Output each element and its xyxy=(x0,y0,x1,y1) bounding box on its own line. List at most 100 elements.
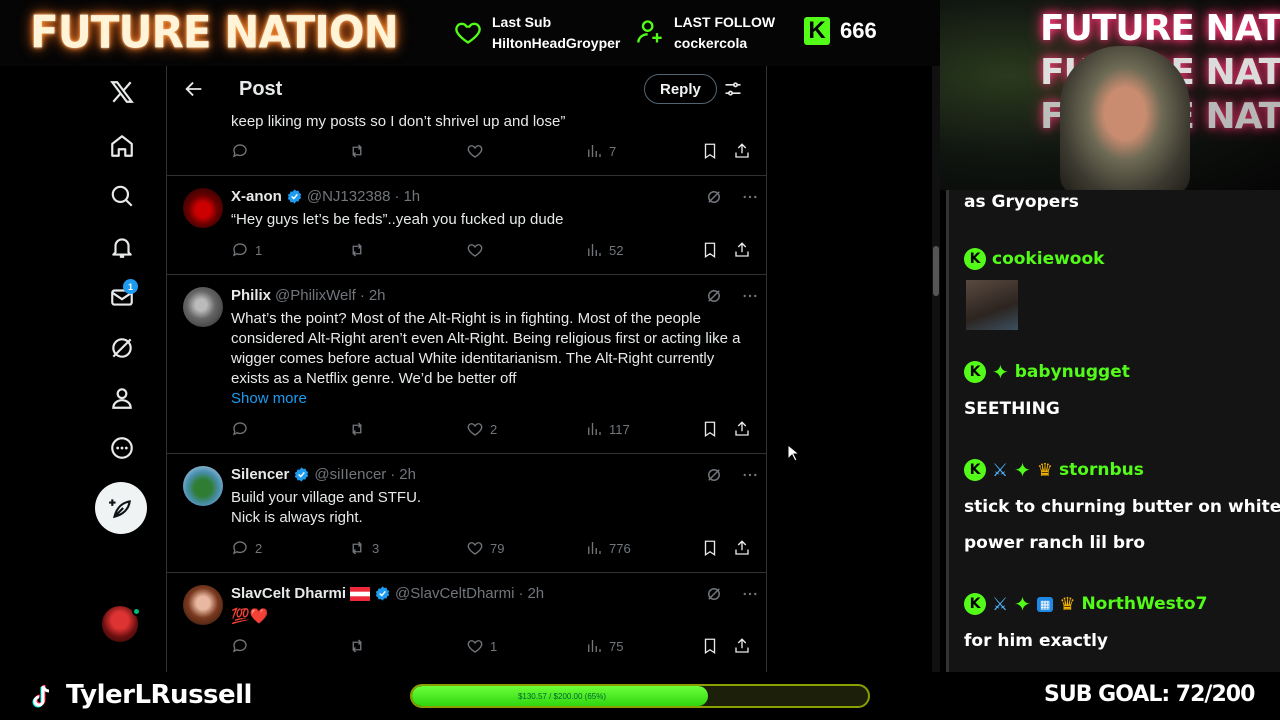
user-handle[interactable]: @siIIencer xyxy=(314,466,386,483)
reply-action[interactable] xyxy=(231,420,255,438)
tweet-time[interactable]: 2h xyxy=(369,287,386,304)
share-action[interactable] xyxy=(733,539,751,557)
like-action[interactable]: 1 xyxy=(466,637,497,655)
reply-tweet[interactable]: X-anon @NJ132388 · 1h “Hey guys let’s be… xyxy=(167,176,766,275)
views-count: 52 xyxy=(609,242,624,258)
scrollbar-thumb[interactable] xyxy=(933,246,939,296)
reply-action[interactable]: 1 xyxy=(231,241,262,259)
like-action[interactable] xyxy=(466,241,490,259)
account-avatar[interactable] xyxy=(102,606,141,642)
bookmark-action[interactable] xyxy=(701,420,719,438)
home-icon[interactable] xyxy=(96,126,148,166)
views-action[interactable]: 776 xyxy=(585,539,631,557)
user-avatar[interactable] xyxy=(183,466,223,506)
sliders-icon[interactable] xyxy=(723,79,743,99)
reply-tweet[interactable]: SlavCelt Dharmi @SlavCeltDharmi · 2h 💯❤️ xyxy=(167,573,766,672)
user-handle[interactable]: @PhilixWelf xyxy=(275,287,356,304)
more-circle-icon[interactable] xyxy=(96,428,148,468)
bookmark-action[interactable] xyxy=(701,241,719,259)
reply-action[interactable]: 2 xyxy=(231,539,262,557)
grok-icon[interactable] xyxy=(96,328,148,368)
kick-badge-icon: K xyxy=(964,248,986,270)
chat-message-text: SEETHING xyxy=(964,399,1060,419)
bookmark-action[interactable] xyxy=(701,539,719,557)
reply-count: 2 xyxy=(255,540,263,556)
grok-icon[interactable] xyxy=(705,585,723,603)
last-follow-value: cockercola xyxy=(674,35,748,51)
more-options-icon[interactable] xyxy=(741,585,759,603)
grok-icon[interactable] xyxy=(705,188,723,206)
user-handle[interactable]: @NJ132388 xyxy=(307,188,391,205)
user-avatar[interactable] xyxy=(183,287,223,327)
post-thread-column: Post Reply keep liking my posts so I don… xyxy=(166,66,767,672)
bookmark-action[interactable] xyxy=(701,637,719,655)
like-count: 2 xyxy=(490,421,498,437)
page-scrollbar[interactable] xyxy=(932,66,940,672)
share-action[interactable] xyxy=(733,637,751,655)
tweet-text: “Hey guys let’s be feds”..yeah you fucke… xyxy=(231,211,564,228)
tweet-header: X-anon @NJ132388 · 1h xyxy=(231,188,421,205)
repost-action[interactable] xyxy=(348,420,372,438)
user-avatar[interactable] xyxy=(183,585,223,625)
like-action[interactable]: 79 xyxy=(466,539,504,557)
repost-count: 3 xyxy=(372,540,380,556)
x-logo-icon[interactable] xyxy=(96,72,148,112)
page-title: Post xyxy=(239,78,283,100)
share-action[interactable] xyxy=(733,142,751,160)
reply-action[interactable] xyxy=(231,637,255,655)
show-more-link[interactable]: Show more xyxy=(231,389,753,409)
more-options-icon[interactable] xyxy=(741,466,759,484)
notifications-bell-icon[interactable] xyxy=(96,227,148,267)
tweet-time[interactable]: 1h xyxy=(403,188,420,205)
repost-action[interactable] xyxy=(348,142,366,160)
views-count: 75 xyxy=(609,638,624,654)
stream-bottom-bar: TylerLRussell $130.57 / $200.00 (65%) SU… xyxy=(0,672,1280,720)
tweet-menu xyxy=(705,188,759,206)
views-action[interactable]: 117 xyxy=(585,420,630,438)
tweet-time[interactable]: 2h xyxy=(399,466,416,483)
repost-action[interactable] xyxy=(348,241,372,259)
reply-tweet[interactable]: Silencer @siIIencer · 2h Build your vill… xyxy=(167,454,766,573)
compose-post-button[interactable] xyxy=(95,482,147,534)
share-action[interactable] xyxy=(733,420,751,438)
search-icon[interactable] xyxy=(96,176,148,216)
profile-icon[interactable] xyxy=(96,378,148,418)
tweet-menu xyxy=(705,585,759,603)
display-name[interactable]: SlavCelt Dharmi xyxy=(231,585,346,602)
bookmark-icon xyxy=(704,242,716,259)
back-arrow-icon[interactable] xyxy=(183,78,205,100)
display-name[interactable]: X-anon xyxy=(231,188,282,205)
tweet-time[interactable]: 2h xyxy=(527,585,544,602)
display-name[interactable]: Silencer xyxy=(231,466,289,483)
views-bar-chart-icon xyxy=(588,542,601,554)
views-bar-chart-icon xyxy=(588,145,601,157)
messages-envelope-icon[interactable]: 1 xyxy=(96,277,148,317)
bookmark-action[interactable] xyxy=(701,142,719,160)
chat-username[interactable]: stornbus xyxy=(1059,460,1144,480)
brand-logo: FUTURE NATION xyxy=(30,6,399,59)
more-options-icon[interactable] xyxy=(741,188,759,206)
views-action[interactable]: 75 xyxy=(585,637,623,655)
chat-username[interactable]: cookiewook xyxy=(992,249,1104,269)
repost-action[interactable]: 3 xyxy=(348,539,379,557)
user-handle[interactable]: @SlavCeltDharmi xyxy=(395,585,514,602)
like-action[interactable]: 2 xyxy=(466,420,497,438)
chat-username[interactable]: babynugget xyxy=(1015,362,1130,382)
tiktok-logo-icon xyxy=(32,685,50,708)
more-options-icon[interactable] xyxy=(741,287,759,305)
tweet-header: SlavCelt Dharmi @SlavCeltDharmi · 2h xyxy=(231,585,545,602)
tweet-text: What’s the point? Most of the Alt-Right … xyxy=(231,309,753,409)
grok-icon[interactable] xyxy=(705,466,723,484)
reply-tweet[interactable]: Philix @PhilixWelf · 2h What’s the point… xyxy=(167,275,766,454)
chat-username[interactable]: NorthWesto7 xyxy=(1081,594,1207,614)
share-action[interactable] xyxy=(733,241,751,259)
views-action[interactable]: 7 xyxy=(585,142,616,160)
reply-action[interactable] xyxy=(231,142,249,160)
reply-button[interactable]: Reply xyxy=(644,74,717,104)
grok-icon[interactable] xyxy=(705,287,723,305)
user-avatar[interactable] xyxy=(183,188,223,228)
repost-action[interactable] xyxy=(348,637,372,655)
display-name[interactable]: Philix xyxy=(231,287,271,304)
views-action[interactable]: 52 xyxy=(585,241,623,259)
like-action[interactable] xyxy=(466,142,484,160)
